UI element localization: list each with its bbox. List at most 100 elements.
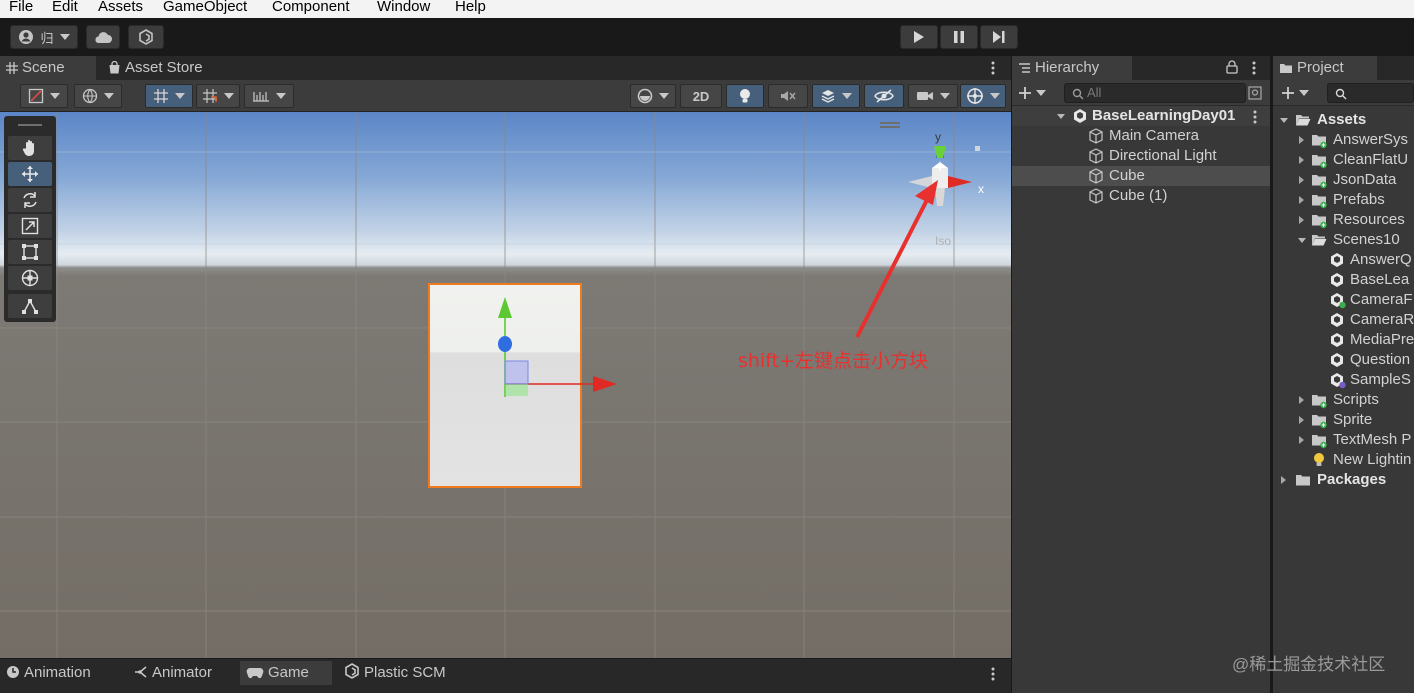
overlay-drag-handle[interactable]	[18, 124, 42, 126]
tab-project[interactable]: Project	[1273, 56, 1377, 80]
project-folder[interactable]: TextMesh P	[1273, 430, 1414, 450]
lock-icon[interactable]	[1226, 60, 1238, 77]
tab-animator[interactable]: Animator	[128, 661, 240, 685]
tab-game[interactable]: Game	[240, 661, 332, 685]
project-folder[interactable]: Prefabs	[1273, 190, 1414, 210]
project-folder-packages[interactable]: Packages	[1273, 470, 1414, 490]
toggle-2d-button[interactable]: 2D	[680, 84, 722, 108]
tab-hierarchy[interactable]: Hierarchy	[1012, 56, 1132, 80]
render-mode-dropdown[interactable]	[74, 84, 122, 108]
ruler-dropdown[interactable]	[244, 84, 294, 108]
project-scene-item[interactable]: BaseLea	[1273, 270, 1414, 290]
project-scene-item[interactable]: CameraF	[1273, 290, 1414, 310]
project-folder[interactable]: JsonData	[1273, 170, 1414, 190]
gizmo-handle	[880, 122, 900, 124]
cloud-button[interactable]	[86, 25, 120, 49]
effects-dropdown[interactable]	[812, 84, 860, 108]
menu-component[interactable]: Component	[272, 0, 350, 14]
draw-mode-dropdown[interactable]	[20, 84, 68, 108]
create-asset-dropdown[interactable]	[1281, 84, 1315, 102]
step-button[interactable]	[980, 25, 1018, 49]
globe-icon	[82, 88, 98, 104]
more-options-icon[interactable]	[1252, 108, 1258, 128]
chevron-down-icon	[276, 93, 286, 99]
toggle-lighting-button[interactable]	[726, 84, 764, 108]
pause-button[interactable]	[940, 25, 978, 49]
project-folder[interactable]: Resources	[1273, 210, 1414, 230]
account-dropdown[interactable]: 归	[10, 25, 78, 49]
project-title: Project	[1297, 59, 1344, 76]
project-lighting-item[interactable]: New Lightin	[1273, 450, 1414, 470]
project-item-label: CleanFlatU	[1333, 151, 1409, 168]
rect-tool-button[interactable]	[8, 240, 52, 264]
project-scene-item[interactable]: MediaPre	[1273, 330, 1414, 350]
project-scene-item[interactable]: Question	[1273, 350, 1414, 370]
tab-animation[interactable]: Animation	[0, 661, 120, 685]
transform-tool-button[interactable]	[8, 266, 52, 290]
chevron-right-icon[interactable]	[1279, 470, 1289, 493]
transform-combo-icon	[21, 269, 39, 287]
watermark-text: @稀土掘金技术社区	[1232, 655, 1386, 674]
play-button[interactable]	[900, 25, 938, 49]
rotate-tool-button[interactable]	[8, 188, 52, 212]
project-item-label: Assets	[1317, 111, 1367, 128]
camera-settings-dropdown[interactable]	[908, 84, 958, 108]
hierarchy-search-input[interactable]: All	[1064, 83, 1246, 103]
move-gizmo[interactable]	[480, 282, 620, 412]
project-folder[interactable]: Sprite	[1273, 410, 1414, 430]
hidden-objects-toggle[interactable]	[864, 84, 904, 108]
annotation-arrow	[855, 180, 938, 338]
project-scene-item[interactable]: CameraR	[1273, 310, 1414, 330]
hierarchy-item[interactable]: Main Camera	[1012, 126, 1270, 146]
tab-animator-label: Animator	[152, 664, 213, 681]
menu-assets[interactable]: Assets	[98, 0, 143, 14]
hierarchy-item-label: Directional Light	[1109, 147, 1217, 164]
eye-slash-icon	[874, 89, 894, 103]
view-tool-button[interactable]	[8, 136, 52, 160]
tab-plastic-scm[interactable]: Plastic SCM	[338, 661, 478, 685]
edit-nodes-icon	[22, 299, 38, 314]
scene-root-row[interactable]: BaseLearningDay01	[1012, 106, 1270, 126]
menu-help[interactable]: Help	[455, 0, 486, 14]
more-options-icon[interactable]	[990, 60, 996, 76]
project-folder-scenes[interactable]: Scenes10	[1273, 230, 1414, 250]
scale-tool-button[interactable]	[8, 214, 52, 238]
project-folder[interactable]: Scripts	[1273, 390, 1414, 410]
tab-animation-label: Animation	[24, 664, 91, 681]
scene-camera-dropdown[interactable]	[630, 84, 676, 108]
scale-icon	[21, 217, 39, 235]
menu-file[interactable]: File	[9, 0, 33, 14]
menu-edit[interactable]: Edit	[52, 0, 78, 14]
scene-viewport[interactable]: y x Iso	[0, 112, 1011, 658]
tab-plastic-scm-label: Plastic SCM	[364, 664, 446, 681]
project-scene-item[interactable]: SampleS	[1273, 370, 1414, 390]
project-scene-item[interactable]: AnswerQ	[1273, 250, 1414, 270]
snap-increment-dropdown[interactable]	[196, 84, 240, 108]
move-tool-button[interactable]	[8, 162, 52, 186]
project-folder-assets[interactable]: Assets	[1273, 110, 1414, 130]
project-folder[interactable]: CleanFlatU	[1273, 150, 1414, 170]
menu-gameobject[interactable]: GameObject	[163, 0, 247, 14]
custom-editor-tool-button[interactable]	[8, 294, 52, 318]
more-options-icon[interactable]	[1251, 60, 1257, 79]
menu-window[interactable]: Window	[377, 0, 430, 14]
search-filter-icon[interactable]	[1248, 86, 1262, 103]
hierarchy-item[interactable]: Cube (1)	[1012, 186, 1270, 206]
project-item-label: Scenes10	[1333, 231, 1400, 248]
chevron-down-icon	[104, 93, 114, 99]
more-options-icon[interactable]	[990, 666, 996, 682]
gizmos-dropdown[interactable]	[960, 84, 1006, 108]
tab-scene[interactable]: Scene	[0, 56, 96, 80]
hierarchy-item-selected[interactable]: Cube	[1012, 166, 1270, 186]
project-item-label: CameraR	[1350, 311, 1414, 328]
toggle-audio-button[interactable]	[768, 84, 808, 108]
project-folder[interactable]: AnswerSys	[1273, 130, 1414, 150]
project-item-label: Prefabs	[1333, 191, 1385, 208]
chevron-down-icon	[1036, 90, 1046, 96]
tab-asset-store[interactable]: Asset Store	[102, 56, 222, 80]
grid-snap-dropdown[interactable]	[145, 84, 193, 108]
create-dropdown[interactable]	[1018, 84, 1052, 102]
chevron-down-icon	[224, 93, 234, 99]
hierarchy-item[interactable]: Directional Light	[1012, 146, 1270, 166]
collab-button[interactable]	[128, 25, 164, 49]
